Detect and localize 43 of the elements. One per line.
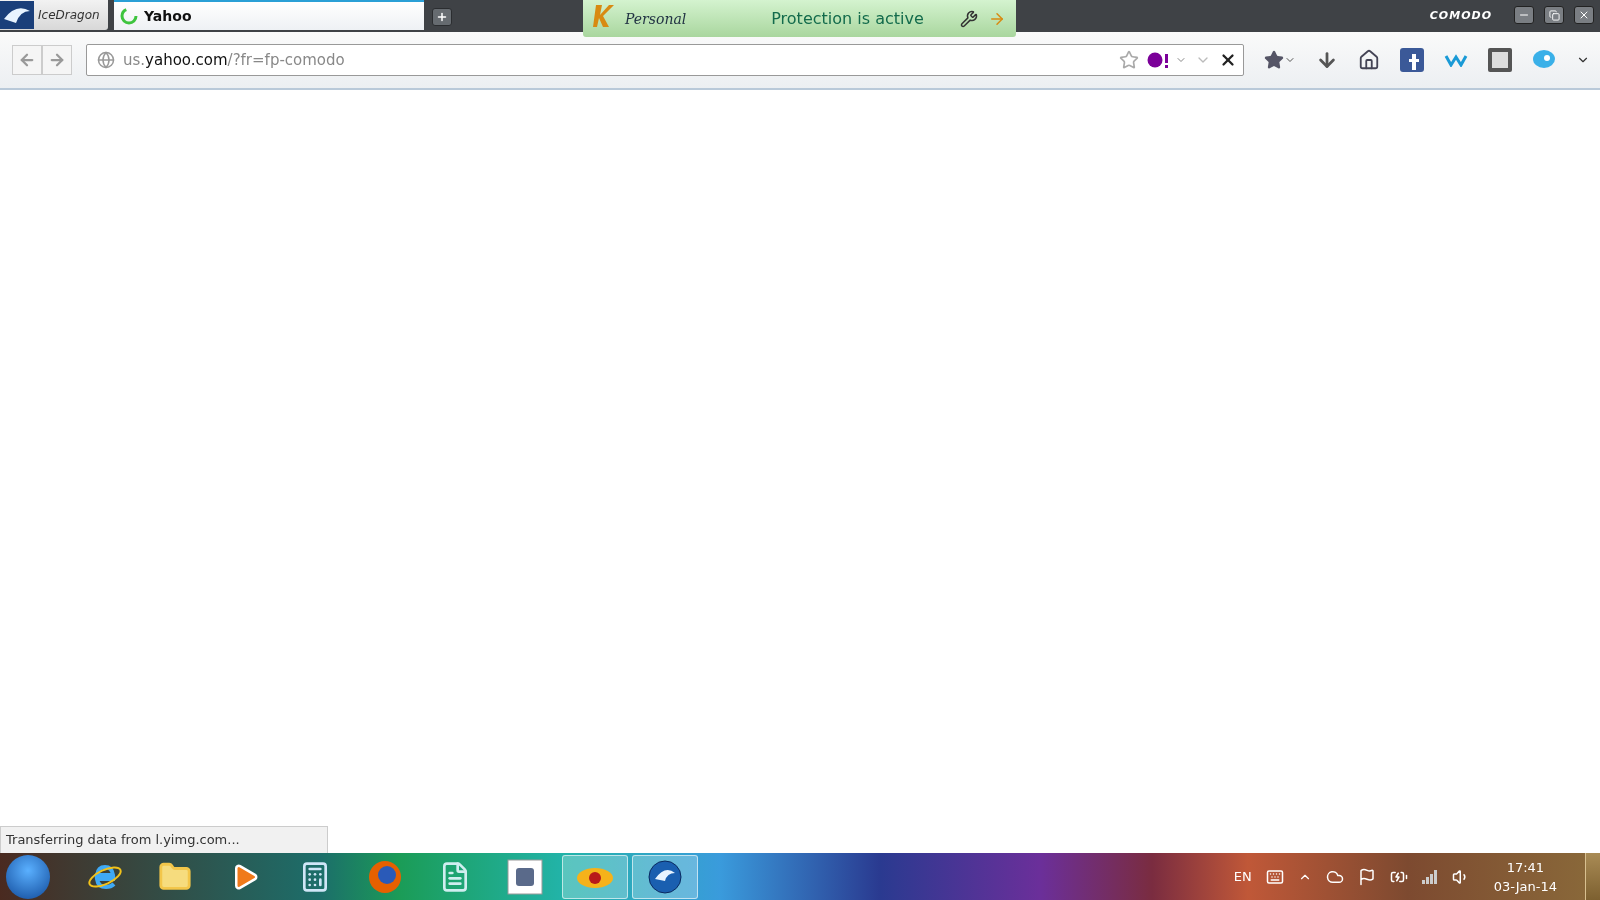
keyboard-icon[interactable] <box>1265 867 1284 886</box>
plus-icon <box>436 11 448 23</box>
clock-time: 17:41 <box>1506 859 1545 875</box>
brand-logo: COMODO <box>1429 8 1492 22</box>
restore-icon <box>1548 9 1560 21</box>
forward-icon <box>48 51 66 69</box>
bookmarks-icon[interactable] <box>1264 50 1296 70</box>
close-icon <box>1578 9 1590 21</box>
forward-button[interactable] <box>42 45 72 75</box>
status-text: Transferring data from l.yimg.com... <box>0 826 328 853</box>
browser-tab[interactable]: Yahoo <box>114 0 424 30</box>
taskbar-app-button[interactable] <box>562 854 628 899</box>
show-desktop-button[interactable] <box>1585 853 1600 900</box>
bookmark-star-icon[interactable] <box>1119 50 1139 70</box>
app-menu-button[interactable]: IceDragon <box>0 0 108 30</box>
tab-title: Yahoo <box>144 8 192 24</box>
minimize-button[interactable] <box>1514 6 1534 24</box>
stop-icon[interactable] <box>1219 51 1237 69</box>
flag-icon[interactable] <box>1357 867 1376 886</box>
globe-icon <box>97 51 115 69</box>
address-field[interactable]: us.yahoo.com/?fr=fp-comodo <box>86 44 1244 76</box>
back-icon <box>18 51 36 69</box>
f-logo-icon[interactable] <box>1400 48 1424 72</box>
language-indicator[interactable]: EN <box>1233 869 1252 884</box>
w-logo-icon[interactable] <box>1444 53 1468 67</box>
restore-button[interactable] <box>1544 6 1564 24</box>
product-name: Personal <box>625 10 688 27</box>
signal-icon[interactable] <box>1421 869 1438 884</box>
new-tab-button[interactable] <box>432 8 452 26</box>
close-button[interactable] <box>1574 6 1594 24</box>
square-icon[interactable] <box>1488 48 1512 72</box>
back-button[interactable] <box>12 45 42 75</box>
clock-date: 03-Jan-14 <box>1493 878 1557 894</box>
start-button[interactable] <box>6 854 50 899</box>
download-icon[interactable] <box>1316 49 1338 71</box>
dragon-logo-icon <box>0 1 34 29</box>
taskbar-app-button[interactable] <box>632 854 698 899</box>
clock[interactable]: 17:41 03-Jan-14 <box>1483 859 1571 894</box>
wrench-icon[interactable] <box>960 9 978 28</box>
search-engine-icon[interactable] <box>1147 52 1187 68</box>
home-icon[interactable] <box>1358 49 1380 71</box>
protection-status: Protection is active <box>770 9 925 28</box>
dragon-logo-icon <box>647 858 683 895</box>
